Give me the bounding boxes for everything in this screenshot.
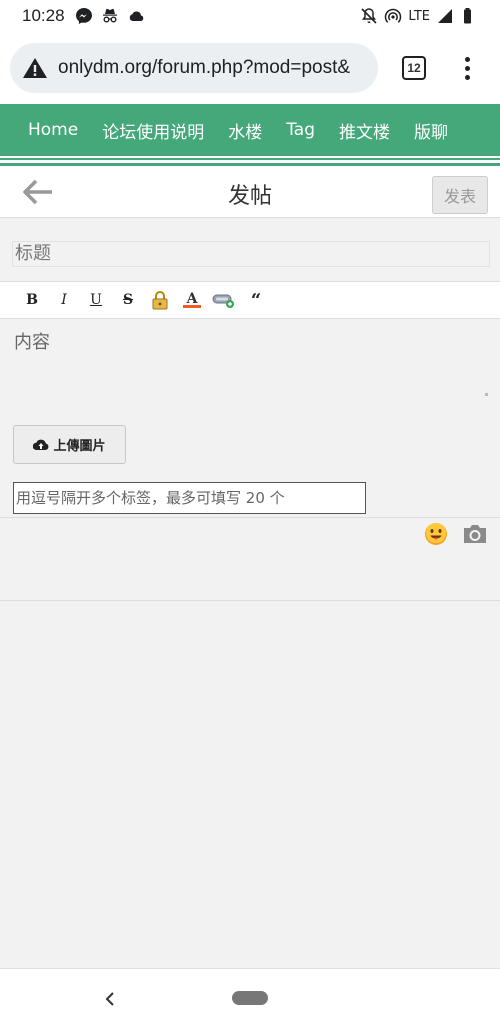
signal-icon bbox=[438, 9, 452, 23]
browser-menu-button[interactable] bbox=[464, 56, 470, 80]
url-text[interactable]: onlydm.org/forum.php?mod=post& bbox=[58, 57, 350, 79]
underline-button[interactable]: U bbox=[80, 287, 112, 313]
emoji-icon[interactable] bbox=[424, 522, 448, 546]
title-input[interactable]: 标题 bbox=[12, 241, 490, 267]
link-icon[interactable] bbox=[208, 287, 240, 313]
italic-button[interactable]: I bbox=[48, 287, 80, 313]
nav-item-chat[interactable]: 版聊 bbox=[414, 118, 448, 143]
url-bar[interactable]: onlydm.org/forum.php?mod=post& bbox=[10, 43, 378, 93]
strikethrough-button[interactable]: S bbox=[112, 287, 144, 313]
menu-dot bbox=[464, 74, 470, 80]
mute-icon bbox=[361, 8, 377, 24]
nav-item-tag[interactable]: Tag bbox=[286, 120, 315, 140]
attachment-row bbox=[0, 517, 500, 601]
cloud-upload-icon bbox=[33, 439, 49, 450]
svg-text:A: A bbox=[186, 291, 199, 307]
title-row: 标题 bbox=[0, 228, 500, 280]
upload-image-button[interactable]: 上傳圖片 bbox=[13, 425, 126, 464]
content-placeholder: 内容 bbox=[14, 332, 50, 353]
nav-item-water[interactable]: 水楼 bbox=[228, 118, 262, 143]
browser-toolbar: onlydm.org/forum.php?mod=post& 12 bbox=[0, 32, 500, 104]
page-title: 发帖 bbox=[227, 184, 272, 209]
menu-dot bbox=[464, 56, 470, 62]
system-back-icon[interactable] bbox=[102, 987, 118, 1011]
hotspot-icon bbox=[385, 8, 402, 23]
cloud-icon bbox=[129, 11, 143, 21]
quote-button[interactable]: “ bbox=[240, 287, 272, 313]
network-type: LTE bbox=[408, 8, 430, 24]
lock-icon[interactable] bbox=[144, 287, 176, 313]
status-bar: 10:28 LTE bbox=[0, 0, 500, 32]
incognito-icon bbox=[102, 8, 117, 23]
status-time: 10:28 bbox=[22, 6, 65, 25]
bold-button[interactable]: B bbox=[16, 287, 48, 313]
battery-icon bbox=[464, 8, 471, 24]
submit-post-button[interactable]: 发表 bbox=[432, 176, 488, 214]
camera-icon[interactable] bbox=[462, 522, 488, 546]
editor-toolbar: B I U S A “ bbox=[0, 281, 500, 319]
menu-dot bbox=[464, 65, 470, 71]
upload-image-label: 上傳圖片 bbox=[53, 439, 106, 454]
post-header: 发帖 发表 bbox=[0, 166, 500, 218]
nav-divider bbox=[0, 156, 500, 166]
system-nav-bar bbox=[0, 968, 500, 1028]
resize-handle[interactable] bbox=[485, 393, 488, 396]
tab-switcher-button[interactable]: 12 bbox=[402, 56, 426, 80]
messenger-icon bbox=[75, 8, 92, 24]
nav-item-guide[interactable]: 论坛使用说明 bbox=[102, 118, 204, 143]
nav-item-recommend[interactable]: 推文楼 bbox=[339, 118, 390, 143]
tags-input[interactable]: 用逗号隔开多个标签，最多可填写 20 个 bbox=[13, 482, 366, 514]
content-textarea[interactable]: 内容 bbox=[0, 320, 500, 410]
warning-icon[interactable] bbox=[22, 56, 48, 80]
forum-nav: Home 论坛使用说明 水楼 Tag 推文楼 版聊 bbox=[0, 104, 500, 156]
system-home-pill[interactable] bbox=[232, 991, 268, 1005]
nav-item-home[interactable]: Home bbox=[28, 120, 78, 140]
font-color-icon[interactable]: A bbox=[176, 287, 208, 313]
